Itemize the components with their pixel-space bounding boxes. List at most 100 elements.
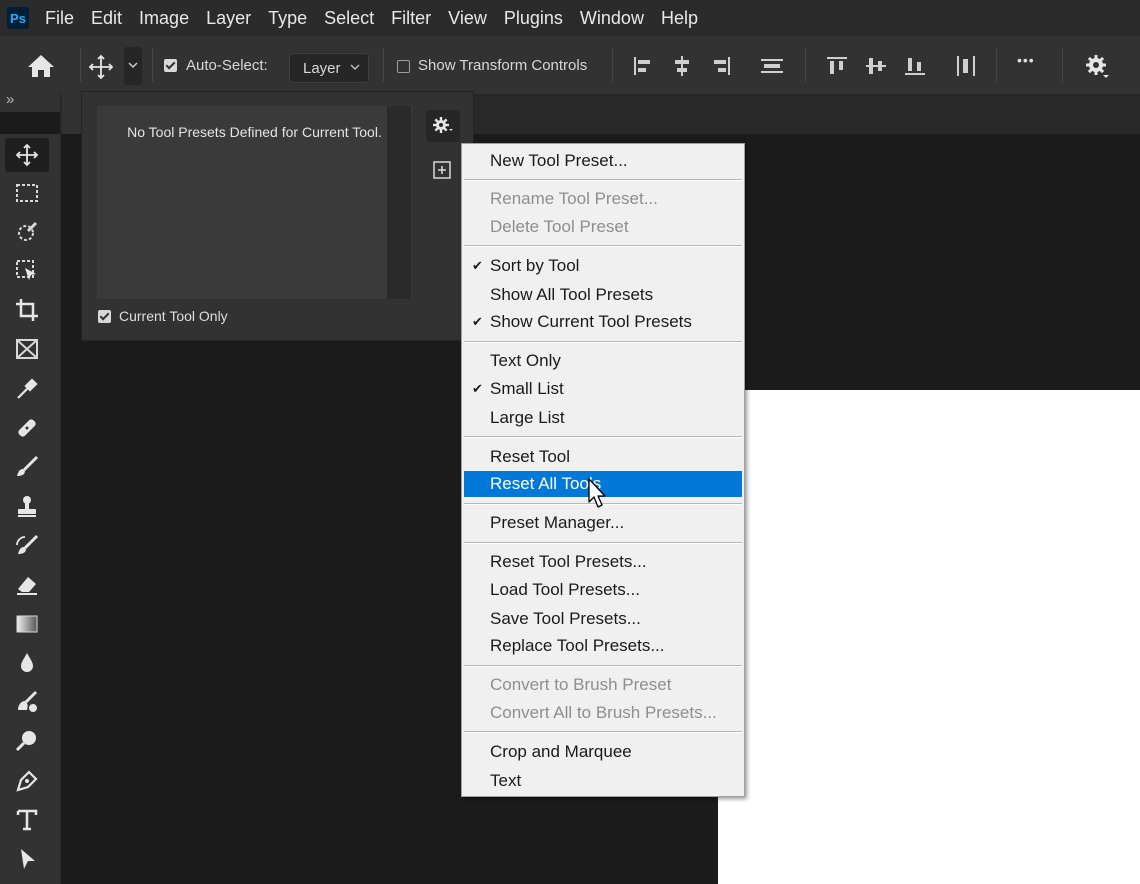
tool-presets-panel: No Tool Presets Defined for Current Tool… <box>81 91 474 341</box>
align-top-icon[interactable] <box>826 55 848 82</box>
presets-list-scrollbar[interactable] <box>387 106 411 299</box>
menu-item-convert-to-brush-preset[interactable]: Convert to Brush Preset <box>464 672 742 698</box>
move-tool-preset-icon[interactable] <box>88 54 114 85</box>
align-left-icon[interactable] <box>632 55 654 82</box>
brush-tool[interactable] <box>5 450 49 484</box>
path-selection-tool[interactable] <box>5 842 49 876</box>
frame-select-tool[interactable] <box>5 254 49 288</box>
menu-item-rename-tool-preset[interactable]: Rename Tool Preset... <box>464 186 742 212</box>
menu-item-save-tool-presets[interactable]: Save Tool Presets... <box>464 606 742 632</box>
checkmark-icon: ✔ <box>472 258 483 273</box>
tool-presets-list[interactable]: No Tool Presets Defined for Current Tool… <box>97 106 412 299</box>
arrow-pointer-icon <box>21 849 35 869</box>
rectangular-marquee-tool[interactable] <box>5 176 49 210</box>
auto-select-checkbox[interactable] <box>164 59 177 77</box>
menu-item-text-only[interactable]: Text Only <box>464 348 742 374</box>
menu-item-show-current-tool-presets[interactable]: ✔ Show Current Tool Presets <box>464 309 742 335</box>
menu-separator <box>464 731 742 733</box>
current-tool-only-checkbox[interactable]: Current Tool Only <box>98 308 228 324</box>
align-vertical-center-icon[interactable] <box>865 55 887 82</box>
toolbar-collapse-icon[interactable]: » <box>6 91 14 108</box>
crop-icon <box>16 299 38 321</box>
zoom-tool[interactable] <box>5 724 49 758</box>
menu-item-small-list[interactable]: ✔ Small List <box>464 376 742 402</box>
show-transform-checkbox[interactable] <box>397 60 410 78</box>
menu-item-text[interactable]: Text <box>464 768 742 794</box>
clone-stamp-tool[interactable] <box>5 490 49 524</box>
menu-type[interactable]: Type <box>268 8 307 29</box>
menu-select[interactable]: Select <box>324 8 374 29</box>
toolbar <box>0 134 61 884</box>
menu-item-sort-by-tool[interactable]: ✔ Sort by Tool <box>464 253 742 279</box>
menu-item-delete-tool-preset[interactable]: Delete Tool Preset <box>464 214 742 240</box>
pen-icon <box>16 770 38 792</box>
menu-item-show-all-tool-presets[interactable]: Show All Tool Presets <box>464 282 742 308</box>
object-selection-tool[interactable] <box>5 215 49 249</box>
menu-filter[interactable]: Filter <box>391 8 431 29</box>
canvas-background <box>718 134 1140 390</box>
menu-layer[interactable]: Layer <box>206 8 251 29</box>
menu-image[interactable]: Image <box>139 8 189 29</box>
create-new-preset-icon[interactable] <box>432 160 454 182</box>
brush-icon <box>17 455 39 476</box>
menu-item-new-tool-preset[interactable]: New Tool Preset... <box>464 148 742 174</box>
type-t-icon <box>16 809 38 831</box>
menu-separator <box>464 665 742 667</box>
eyedropper-tool[interactable] <box>5 372 49 406</box>
dodge-burn-icon <box>18 690 38 712</box>
menu-item-preset-manager[interactable]: Preset Manager... <box>464 510 742 536</box>
quick-selection-icon <box>18 221 38 241</box>
checkmark-icon: ✔ <box>472 381 483 396</box>
stamp-icon <box>18 496 36 517</box>
current-tool-only-label: Current Tool Only <box>119 308 228 324</box>
checkbox-checked-icon <box>164 59 177 72</box>
crop-tool[interactable] <box>5 293 49 327</box>
menu-item-convert-all-to-brush-presets[interactable]: Convert All to Brush Presets... <box>464 700 742 726</box>
distribute-vertical-icon[interactable] <box>760 55 784 82</box>
history-brush-tool[interactable] <box>5 529 49 563</box>
menu-item-reset-tool[interactable]: Reset Tool <box>464 444 742 470</box>
menu-window[interactable]: Window <box>580 8 644 29</box>
eyedropper-icon <box>17 378 38 399</box>
panel-menu-button[interactable] <box>426 110 460 142</box>
eraser-icon <box>17 577 37 595</box>
more-options-icon[interactable]: ••• <box>1017 52 1035 68</box>
align-right-icon[interactable] <box>710 55 732 82</box>
history-brush-icon <box>16 534 39 554</box>
spot-healing-brush-tool[interactable] <box>5 411 49 445</box>
frame-tool[interactable] <box>5 332 49 366</box>
menu-file[interactable]: File <box>45 8 74 29</box>
blur-drop-icon <box>21 653 33 672</box>
move-icon <box>15 143 39 167</box>
pen-tool[interactable] <box>5 764 49 798</box>
dodge-tool[interactable] <box>5 685 49 719</box>
menu-plugins[interactable]: Plugins <box>504 8 563 29</box>
blur-tool[interactable] <box>5 646 49 680</box>
menu-help[interactable]: Help <box>661 8 698 29</box>
home-icon[interactable] <box>26 53 56 84</box>
menu-item-load-tool-presets[interactable]: Load Tool Presets... <box>464 577 742 603</box>
menu-view[interactable]: View <box>448 8 487 29</box>
menu-separator <box>464 179 742 181</box>
tool-preset-picker-button[interactable] <box>124 47 142 85</box>
document-tab[interactable] <box>62 94 82 134</box>
auto-select-target-dropdown[interactable]: Layer <box>289 53 369 83</box>
layer-select-value: Layer <box>303 59 341 77</box>
photoshop-logo: Ps <box>7 7 29 29</box>
eraser-tool[interactable] <box>5 568 49 602</box>
menu-item-replace-tool-presets[interactable]: Replace Tool Presets... <box>464 633 742 659</box>
move-tool[interactable] <box>5 138 49 172</box>
gradient-tool[interactable] <box>5 607 49 641</box>
align-horizontal-center-icon[interactable] <box>671 55 693 82</box>
healing-brush-icon <box>18 419 36 437</box>
menu-item-reset-tool-presets[interactable]: Reset Tool Presets... <box>464 549 742 575</box>
settings-gear-icon[interactable] <box>1084 53 1110 84</box>
distribute-horizontal-icon[interactable] <box>955 55 977 82</box>
menu-separator <box>464 436 742 438</box>
menu-edit[interactable]: Edit <box>91 8 122 29</box>
document-canvas[interactable] <box>718 390 1140 884</box>
align-bottom-icon[interactable] <box>904 55 926 82</box>
menu-item-large-list[interactable]: Large List <box>464 405 742 431</box>
menu-item-crop-and-marquee[interactable]: Crop and Marquee <box>464 739 742 765</box>
type-tool[interactable] <box>5 803 49 837</box>
